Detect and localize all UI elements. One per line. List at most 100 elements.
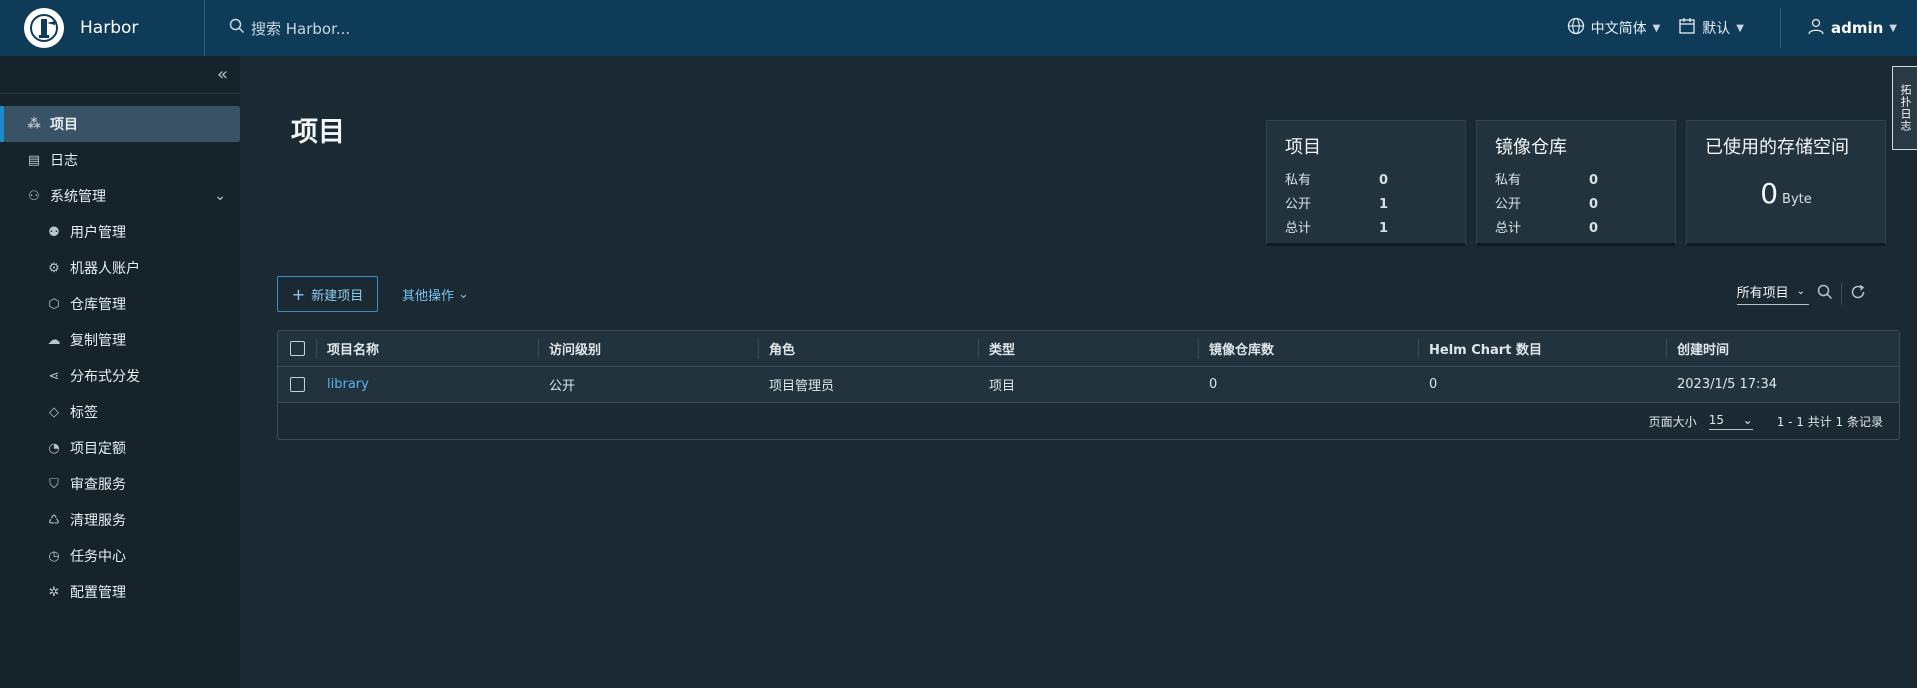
- header-right: 中文简体 ▼ 默认 ▼ admin ▼: [1567, 0, 1917, 56]
- tag-icon: ◇: [49, 404, 59, 420]
- sidebar-item-label: 仓库管理: [70, 297, 126, 313]
- brand[interactable]: Harbor: [0, 0, 205, 56]
- sidebar-item-registries[interactable]: ⬡ 仓库管理: [0, 286, 240, 322]
- sidebar: « ⁂ 项目 ▤ 日志 ⚇ 系统管理 ⌄ ⚉ 用户管理 ⚙ 机器人账户 ⬡ 仓库…: [0, 56, 240, 688]
- new-project-button[interactable]: + 新建项目: [277, 276, 378, 312]
- storage-usage: 0 Byte: [1705, 177, 1867, 210]
- column-header[interactable]: 访问级别: [538, 331, 758, 367]
- projects-table: 项目名称 访问级别 角色 类型 镜像仓库数 Helm Chart 数目 创建时间…: [277, 330, 1900, 440]
- language-selector[interactable]: 中文简体 ▼: [1567, 17, 1660, 39]
- sidebar-nav: ⁂ 项目 ▤ 日志 ⚇ 系统管理 ⌄ ⚉ 用户管理 ⚙ 机器人账户 ⬡ 仓库管理…: [0, 94, 240, 610]
- user-menu[interactable]: admin ▼: [1807, 17, 1897, 39]
- sidebar-item-label: 审查服务: [70, 477, 126, 493]
- distribution-icon: ⋖: [48, 368, 60, 384]
- sidebar-item-labels[interactable]: ◇ 标签: [0, 394, 240, 430]
- refresh-icon[interactable]: [1850, 284, 1866, 304]
- card-row: 公开 1: [1285, 193, 1447, 217]
- user-icon: [1807, 17, 1825, 39]
- harbor-logo-icon: [24, 8, 64, 48]
- sidebar-group-admin[interactable]: ⚇ 系统管理 ⌄: [0, 178, 240, 214]
- select-all-checkbox[interactable]: [289, 341, 305, 356]
- project-name-link[interactable]: library: [316, 367, 538, 403]
- datetime-format-label: 默认: [1702, 21, 1731, 37]
- chevron-down-icon: ▼: [1889, 22, 1897, 34]
- table-footer: 页面大小 15 ⌄ 1 - 1 共计 1 条记录: [278, 403, 1899, 439]
- card-value: 0: [1589, 173, 1599, 188]
- card-row: 总计 1: [1285, 217, 1447, 241]
- sidebar-item-gc[interactable]: ♺ 清理服务: [0, 502, 240, 538]
- role-cell: 项目管理员: [769, 379, 835, 394]
- summary-cards: 项目 私有 0 公开 1 总计 1 镜像仓库 私有 0 公开 0 总计 0 已使用的存储空间…: [1266, 120, 1886, 246]
- card-key: 私有: [1285, 173, 1312, 188]
- column-header[interactable]: Helm Chart 数目: [1418, 331, 1666, 367]
- sidebar-collapse-bar: «: [0, 56, 240, 94]
- column-header[interactable]: 角色: [758, 331, 978, 367]
- search-icon[interactable]: [1817, 284, 1833, 304]
- floating-side-tab[interactable]: 拓扑日志: [1892, 66, 1917, 150]
- creation-time-cell: 2023/1/5 17:34: [1677, 377, 1777, 392]
- card-title: 项目: [1285, 137, 1321, 158]
- project-filter-select[interactable]: 所有项目 ⌄: [1736, 282, 1809, 305]
- row-checkbox[interactable]: [289, 377, 305, 392]
- card-value: 0: [1589, 221, 1599, 236]
- dashboard-icon: ◷: [48, 548, 60, 564]
- quota-icon: ◔: [48, 440, 60, 456]
- search-icon: [229, 18, 245, 38]
- card-key: 公开: [1285, 197, 1312, 212]
- card-value: 1: [1379, 197, 1389, 212]
- language-label: 中文简体: [1590, 21, 1647, 37]
- divider: [1841, 282, 1842, 305]
- sidebar-item-label: 清理服务: [70, 513, 126, 529]
- sidebar-item-distributions[interactable]: ⋖ 分布式分发: [0, 358, 240, 394]
- card-value: 0: [1379, 173, 1389, 188]
- sidebar-item-label: 配置管理: [70, 585, 126, 601]
- sidebar-item-scanners[interactable]: ⛉ 审查服务: [0, 466, 240, 502]
- page-size-select[interactable]: 15 ⌄: [1708, 412, 1753, 430]
- filter-label: 所有项目: [1736, 286, 1789, 301]
- sidebar-item-projects[interactable]: ⁂ 项目: [0, 106, 240, 142]
- collapse-sidebar-icon[interactable]: «: [217, 64, 228, 85]
- sidebar-item-logs[interactable]: ▤ 日志: [0, 142, 240, 178]
- sidebar-item-label: 用户管理: [70, 225, 126, 241]
- sidebar-item-label: 复制管理: [70, 333, 126, 349]
- sidebar-item-robot-accounts[interactable]: ⚙ 机器人账户: [0, 250, 240, 286]
- access-level-cell: 公开: [549, 379, 576, 394]
- search-input[interactable]: 搜索 Harbor...: [251, 18, 350, 39]
- table-header: 项目名称 访问级别 角色 类型 镜像仓库数 Helm Chart 数目 创建时间: [278, 331, 1899, 367]
- card-key: 总计: [1495, 221, 1522, 236]
- sidebar-item-quotas[interactable]: ◔ 项目定额: [0, 430, 240, 466]
- card-key: 私有: [1495, 173, 1522, 188]
- trash-icon: ♺: [48, 512, 60, 528]
- sidebar-item-configuration[interactable]: ✲ 配置管理: [0, 574, 240, 610]
- sidebar-item-users[interactable]: ⚉ 用户管理: [0, 214, 240, 250]
- more-actions-button[interactable]: 其他操作 ⌄: [402, 285, 469, 304]
- card-row: 总计 0: [1495, 217, 1657, 241]
- card-row: 公开 0: [1495, 193, 1657, 217]
- new-project-label: 新建项目: [311, 288, 364, 304]
- column-header[interactable]: 镜像仓库数: [1198, 331, 1418, 367]
- logs-icon: ▤: [27, 152, 41, 168]
- column-header[interactable]: 项目名称: [316, 331, 538, 367]
- page-size-label: 页面大小: [1648, 414, 1697, 429]
- main-content: 项目 项目 私有 0 公开 1 总计 1 镜像仓库 私有 0 公开 0 总计 0 已使用的存…: [240, 56, 1900, 688]
- storage-unit: Byte: [1782, 192, 1812, 207]
- card-key: 总计: [1285, 221, 1312, 236]
- sidebar-item-job-service[interactable]: ◷ 任务中心: [0, 538, 240, 574]
- brand-name: Harbor: [80, 18, 139, 38]
- header-divider: [1779, 8, 1781, 48]
- globe-icon: [1567, 17, 1585, 39]
- datetime-format-selector[interactable]: 默认 ▼: [1678, 17, 1744, 39]
- chevron-down-icon: ⌄: [1742, 412, 1753, 427]
- global-search[interactable]: 搜索 Harbor...: [229, 18, 729, 39]
- chart-count-cell: 0: [1429, 377, 1438, 392]
- project-filter: 所有项目 ⌄: [1736, 282, 1866, 305]
- sidebar-item-label: 机器人账户: [70, 261, 140, 277]
- column-header[interactable]: 类型: [978, 331, 1198, 367]
- plus-icon: +: [291, 284, 306, 304]
- chevron-down-icon: ⌄: [1796, 286, 1805, 297]
- top-header: Harbor 搜索 Harbor... 中文简体 ▼ 默认 ▼ admin ▼: [0, 0, 1917, 56]
- repo-count-cell: 0: [1209, 377, 1218, 392]
- column-header[interactable]: 创建时间: [1666, 331, 1899, 367]
- sidebar-item-replications[interactable]: ☁ 复制管理: [0, 322, 240, 358]
- sidebar-item-label: 标签: [70, 405, 98, 421]
